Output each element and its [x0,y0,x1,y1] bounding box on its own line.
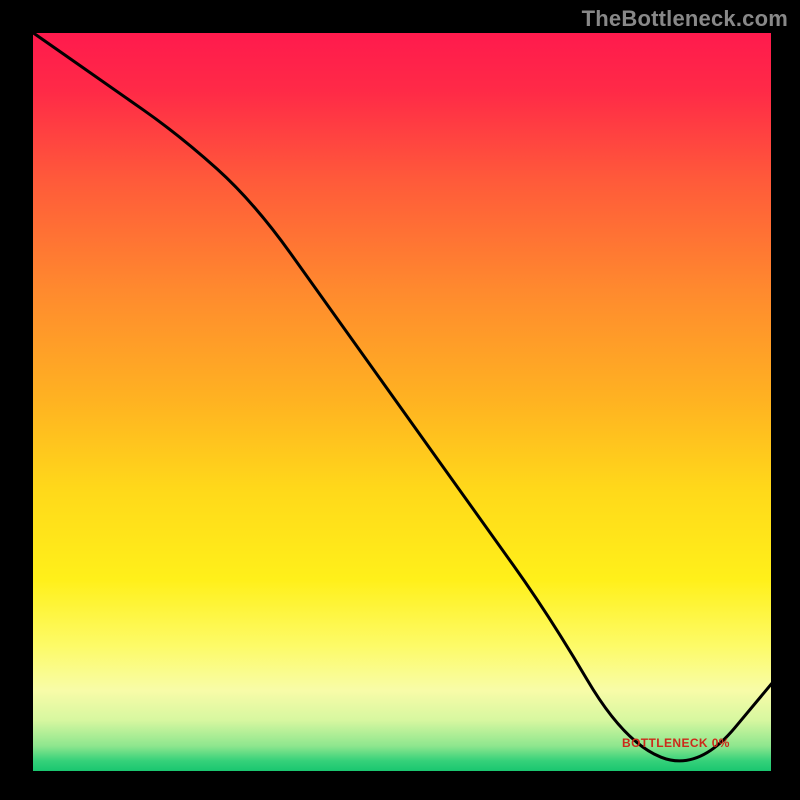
annotation-bottleneck: BOTTLENECK 0% [622,736,730,750]
chart-frame: TheBottleneck.com BOTTLENECK 0% [0,0,800,800]
plot-area: BOTTLENECK 0% [30,30,774,774]
watermark-text: TheBottleneck.com [582,6,788,32]
plot-svg [32,32,772,772]
gradient-rect [32,32,772,772]
